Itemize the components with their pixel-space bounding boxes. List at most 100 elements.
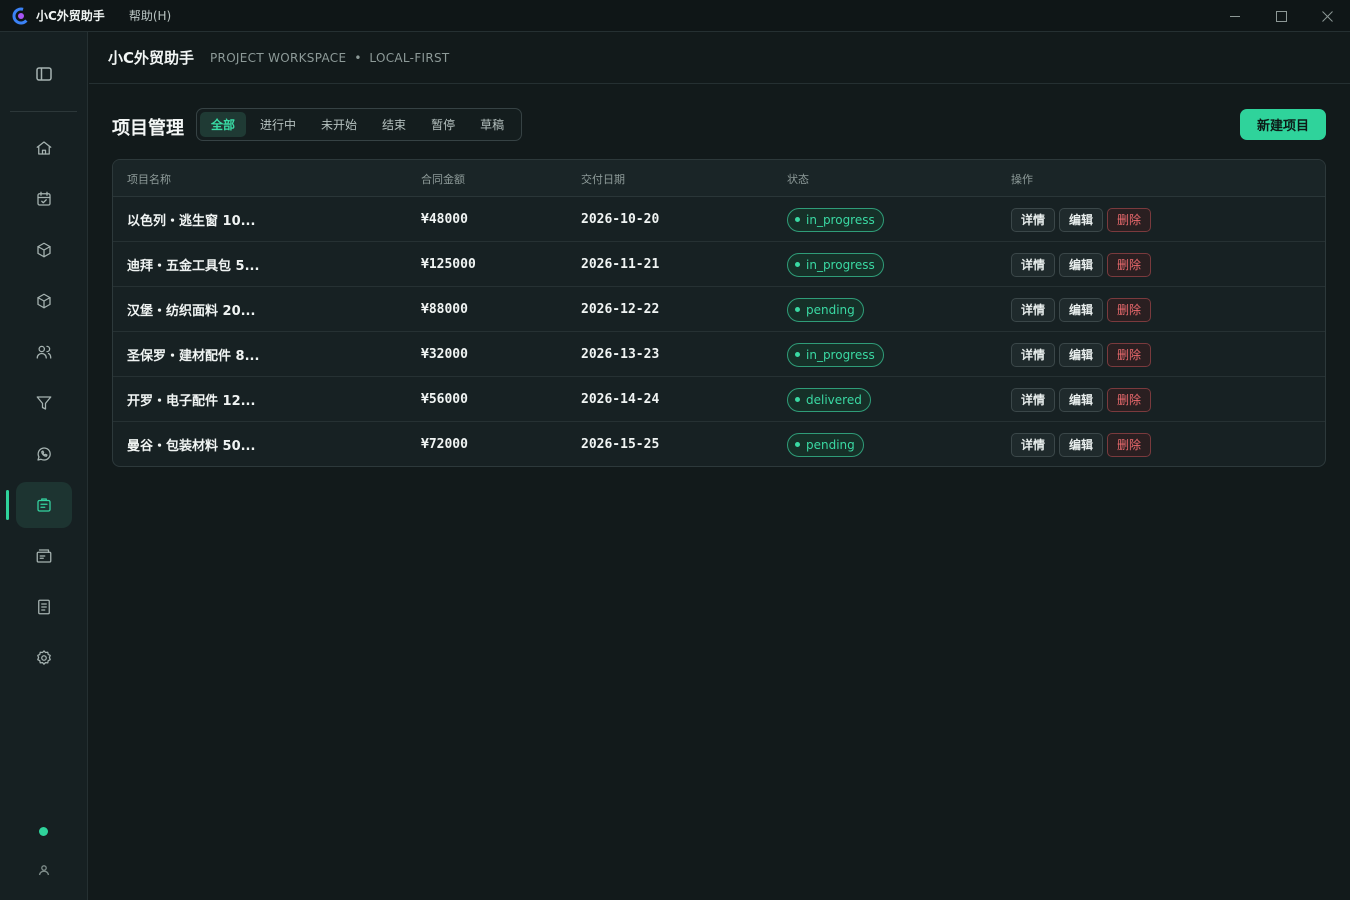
sidebar-item-products[interactable]: [16, 227, 72, 273]
delete-button[interactable]: 删除: [1107, 252, 1152, 277]
status-cell: in_progress: [787, 197, 884, 242]
tab-finished[interactable]: 结束: [371, 112, 417, 137]
table-header: 项目名称 合同金额 交付日期 状态 操作: [113, 160, 1325, 197]
header-separator: •: [354, 50, 362, 65]
header-amount: 合同金额: [421, 172, 465, 186]
tab-all[interactable]: 全部: [200, 112, 247, 137]
detail-button[interactable]: 详情: [1011, 252, 1056, 277]
delete-button[interactable]: 删除: [1107, 207, 1152, 232]
header-status: 状态: [787, 172, 809, 186]
delivery-date: 2026-13-23: [581, 347, 660, 362]
status-badge: delivered: [787, 387, 871, 412]
actions-cell: 详情 编辑 删除: [1011, 287, 1155, 332]
title-bar: 小C外贸助手 帮助(H): [0, 0, 1350, 32]
sidebar-item-funnel[interactable]: [16, 380, 72, 426]
actions-cell: 详情 编辑 删除: [1011, 242, 1155, 287]
delivery-date: 2026-15-25: [581, 437, 660, 452]
table-row[interactable]: 圣保罗・建材配件 8... ¥32000 2026-13-23 in_progr…: [113, 332, 1325, 377]
header-title: 小C外贸助手: [108, 49, 195, 67]
delivery-date: 2026-12-22: [581, 302, 660, 317]
close-icon: [1321, 10, 1333, 22]
header-date: 交付日期: [581, 172, 625, 186]
settings-icon: [37, 650, 51, 665]
table-row[interactable]: 以色列・逃生窗 10... ¥48000 2026-10-20 in_progr…: [113, 197, 1325, 242]
close-button[interactable]: [1304, 0, 1350, 32]
detail-button[interactable]: 详情: [1011, 387, 1056, 412]
project-name: 以色列・逃生窗 10...: [127, 214, 256, 229]
sidebar-item-files[interactable]: [16, 533, 72, 579]
sidebar-item-packages[interactable]: [16, 278, 72, 324]
header-subtitle-mode: LOCAL-FIRST: [369, 50, 450, 65]
sidebar-item-home[interactable]: [16, 125, 72, 171]
sidebar-item-settings[interactable]: [16, 635, 72, 681]
status-cell: pending: [787, 287, 864, 332]
detail-button[interactable]: 详情: [1011, 297, 1056, 322]
table-row[interactable]: 曼谷・包装材料 50... ¥72000 2026-15-25 pending …: [113, 422, 1325, 466]
tab-draft[interactable]: 草稿: [469, 112, 515, 137]
detail-button[interactable]: 详情: [1011, 207, 1056, 232]
sidebar-item-customers[interactable]: [16, 329, 72, 375]
detail-button[interactable]: 详情: [1011, 342, 1056, 367]
delete-button[interactable]: 删除: [1107, 387, 1152, 412]
status-text: delivered: [806, 392, 862, 407]
maximize-button[interactable]: [1258, 0, 1304, 32]
status-dot-icon: [795, 262, 800, 267]
project-name: 开罗・电子配件 12...: [127, 394, 256, 409]
edit-button[interactable]: 编辑: [1059, 207, 1104, 232]
status-dot-icon: [795, 352, 800, 357]
tab-in-progress[interactable]: 进行中: [249, 112, 307, 137]
edit-button[interactable]: 编辑: [1059, 342, 1104, 367]
header-subtitle-workspace: PROJECT WORKSPACE: [210, 50, 347, 65]
user-icon: [38, 865, 50, 876]
status-badge: in_progress: [787, 207, 884, 232]
sidebar-item-calendar[interactable]: [16, 176, 72, 222]
edit-button[interactable]: 编辑: [1059, 252, 1104, 277]
status-text: in_progress: [806, 347, 875, 362]
sidebar-toggle-button[interactable]: [28, 60, 60, 88]
delete-button[interactable]: 删除: [1107, 342, 1152, 367]
status-cell: in_progress: [787, 242, 884, 287]
status-dot-icon: [795, 217, 800, 222]
edit-button[interactable]: 编辑: [1059, 387, 1104, 412]
package-icon: [37, 293, 51, 309]
minimize-button[interactable]: [1212, 0, 1258, 32]
project-name: 曼谷・包装材料 50...: [127, 439, 256, 454]
projects-table: 项目名称 合同金额 交付日期 状态 操作 以色列・逃生窗 10... ¥4800…: [112, 159, 1326, 467]
header-ops: 操作: [1011, 172, 1033, 186]
contract-amount: ¥32000: [421, 347, 468, 362]
user-button[interactable]: [36, 862, 52, 878]
box-icon: [37, 242, 51, 258]
status-dot-icon: [795, 307, 800, 312]
app-logo-icon: [12, 7, 30, 24]
table-row[interactable]: 开罗・电子配件 12... ¥56000 2026-14-24 delivere…: [113, 377, 1325, 422]
sidebar-item-documents[interactable]: [16, 584, 72, 630]
sidebar-item-whatsapp[interactable]: [16, 431, 72, 477]
status-cell: pending: [787, 422, 864, 466]
status-dot-icon: [795, 397, 800, 402]
status-cell: delivered: [787, 377, 871, 422]
contract-amount: ¥48000: [421, 212, 468, 227]
delete-button[interactable]: 删除: [1107, 297, 1152, 322]
detail-button[interactable]: 详情: [1011, 432, 1056, 457]
tab-not-started[interactable]: 未开始: [310, 112, 368, 137]
edit-button[interactable]: 编辑: [1059, 432, 1104, 457]
projects-icon: [37, 498, 51, 512]
actions-cell: 详情 编辑 删除: [1011, 197, 1155, 242]
home-icon: [36, 141, 52, 155]
sidebar-item-projects[interactable]: [16, 482, 72, 528]
table-row[interactable]: 迪拜・五金工具包 5... ¥125000 2026-11-21 in_prog…: [113, 242, 1325, 287]
sidebar: [0, 32, 88, 900]
new-project-button[interactable]: 新建项目: [1240, 109, 1326, 140]
tab-paused[interactable]: 暂停: [420, 112, 466, 137]
page-title: 项目管理: [112, 118, 184, 139]
table-body: 以色列・逃生窗 10... ¥48000 2026-10-20 in_progr…: [113, 197, 1325, 466]
delete-button[interactable]: 删除: [1107, 432, 1152, 457]
document-icon: [38, 599, 50, 615]
menu-help[interactable]: 帮助(H): [129, 7, 171, 24]
status-text: in_progress: [806, 212, 875, 227]
edit-button[interactable]: 编辑: [1059, 297, 1104, 322]
table-row[interactable]: 汉堡・纺织面料 20... ¥88000 2026-12-22 pending …: [113, 287, 1325, 332]
contract-amount: ¥56000: [421, 392, 468, 407]
status-cell: in_progress: [787, 332, 884, 377]
active-indicator: [6, 490, 9, 520]
